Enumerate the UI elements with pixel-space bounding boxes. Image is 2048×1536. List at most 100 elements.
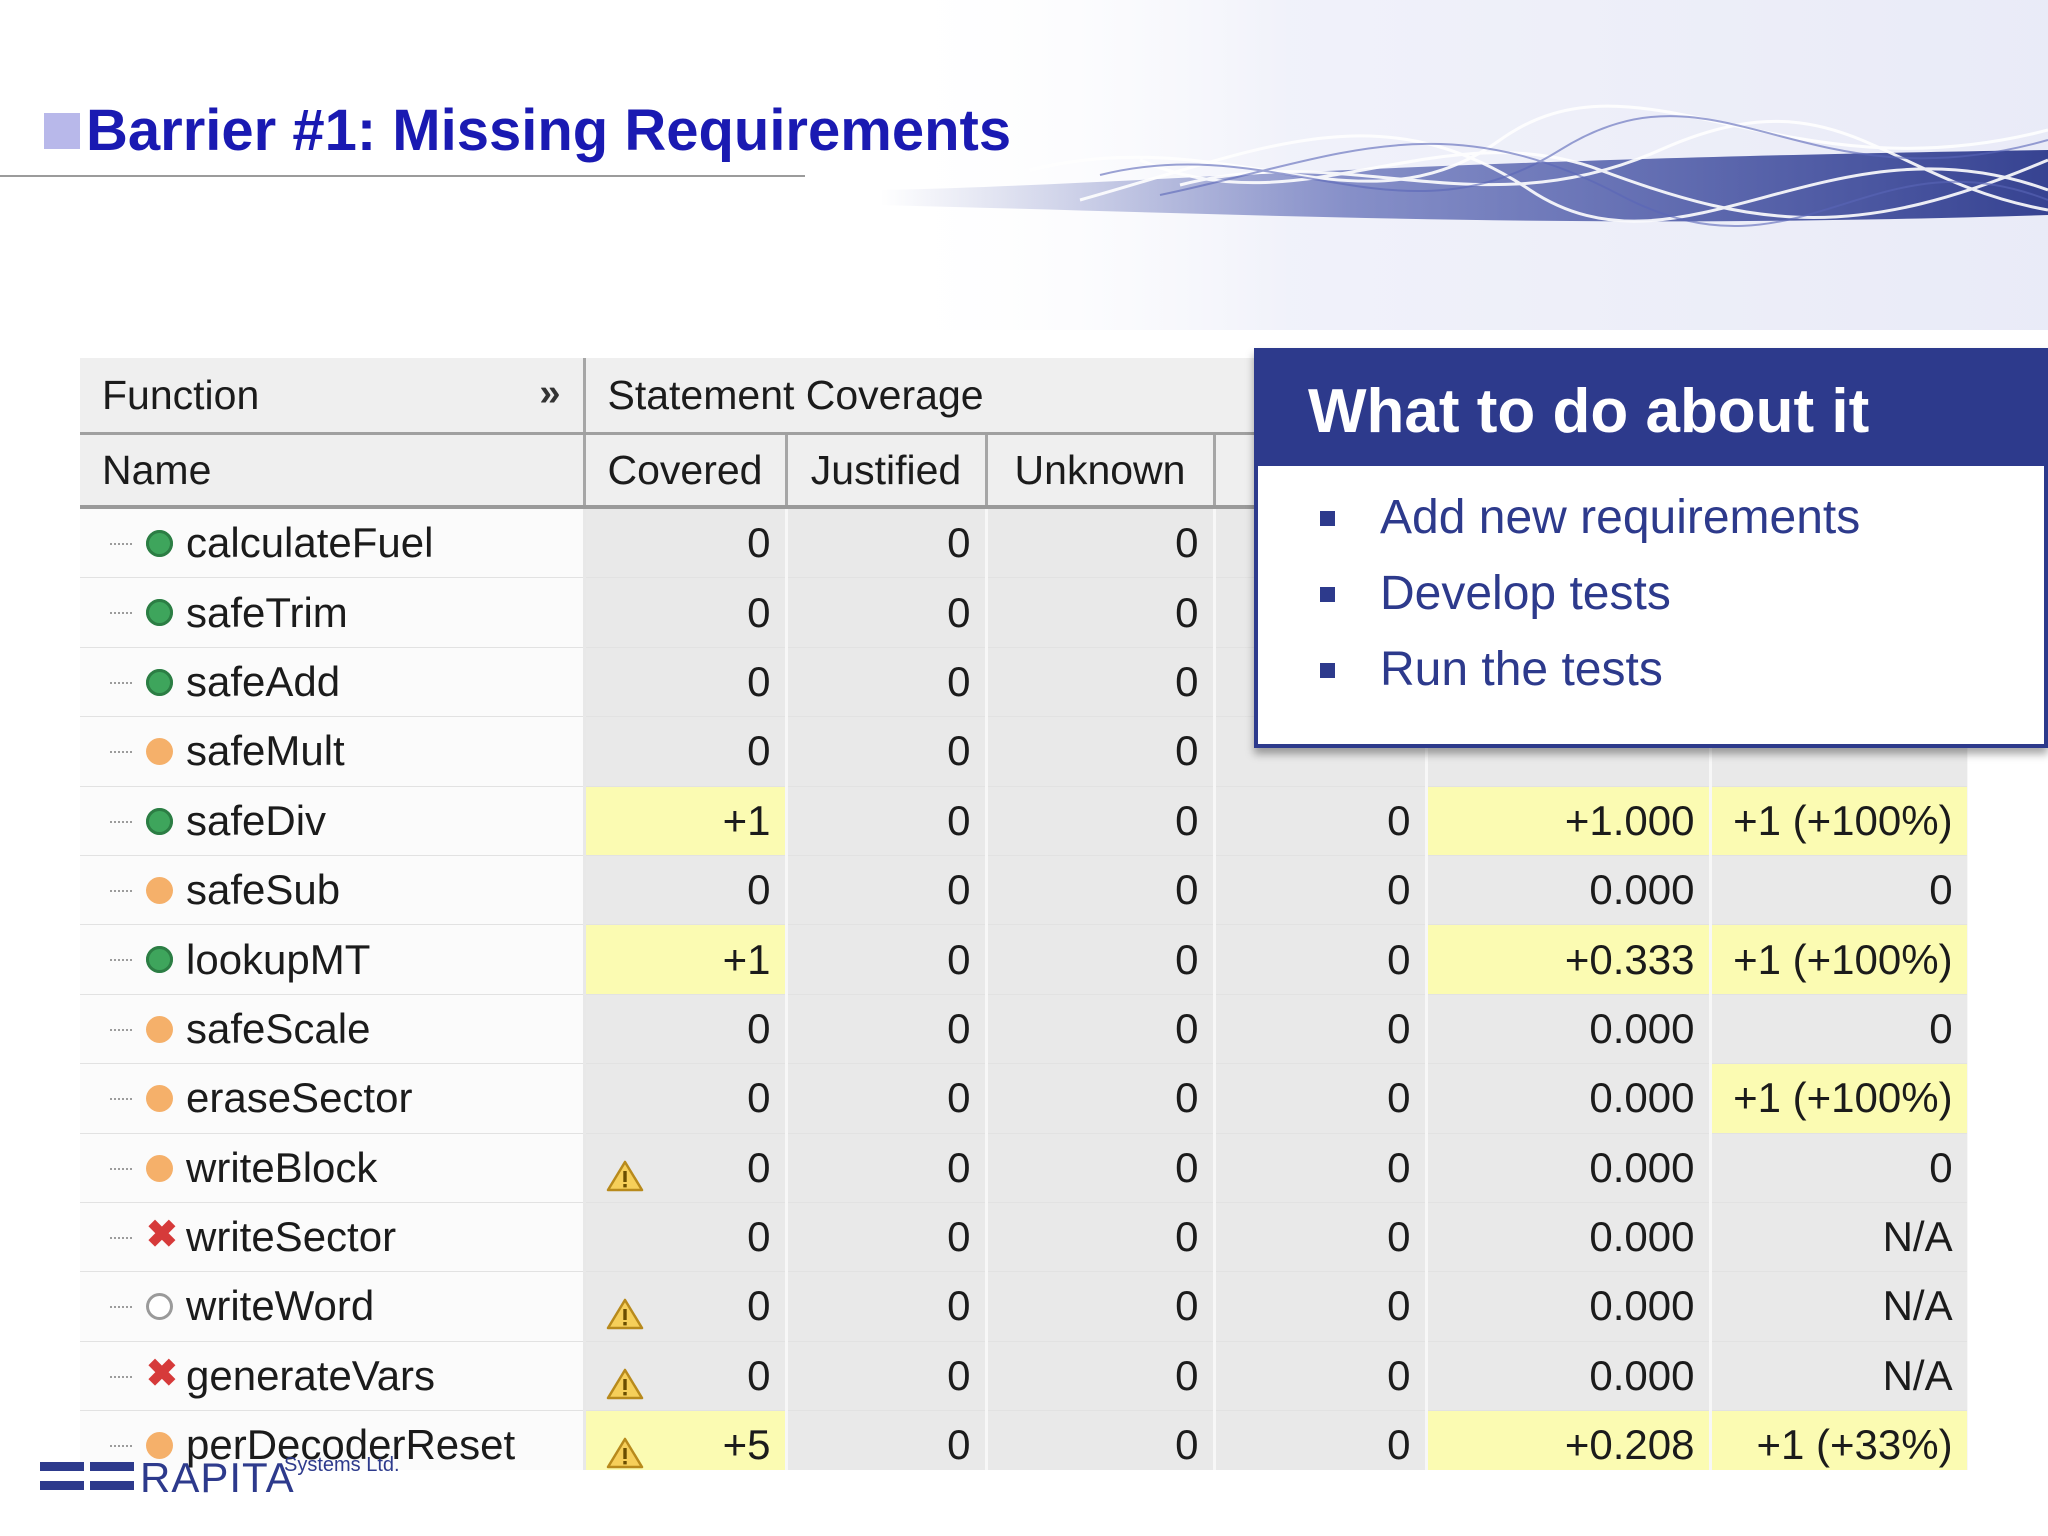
covered-cell: +1 [584, 924, 788, 995]
function-name-cell[interactable]: safeAdd [80, 647, 586, 718]
unknown-cell: 0 [986, 1202, 1216, 1273]
requirements-cell-value: N/A [1882, 1282, 1953, 1330]
column-covered-header[interactable]: Covered [584, 433, 788, 509]
unknown-cell: 0 [986, 924, 1216, 995]
table-row[interactable]: safeDiv +1 0 0 0 +1.000 +1 (+100%) [80, 786, 1968, 856]
unknown-cell: 0 [986, 647, 1216, 718]
column-unknown-header[interactable]: Unknown [986, 433, 1216, 509]
covered-cell: 0 [584, 716, 788, 787]
function-name-cell[interactable]: calculateFuel [80, 507, 586, 579]
header-function[interactable]: Function » [80, 358, 586, 435]
justified-cell: 0 [786, 1063, 988, 1134]
function-name-cell[interactable]: safeSub [80, 855, 586, 926]
unknown-cell-value: 0 [1175, 519, 1199, 567]
r-cell: 0 [1214, 924, 1428, 995]
requirements-cell: +1 (+100%) [1710, 924, 1968, 995]
r-cell-value: 0 [1387, 1213, 1411, 1261]
function-name: calculateFuel [186, 519, 434, 567]
ratio-cell-value: +1.000 [1564, 796, 1695, 844]
column-justified-header[interactable]: Justified [786, 433, 988, 509]
justified-cell-value: 0 [947, 935, 971, 983]
ratio-cell: +1.000 [1426, 786, 1712, 856]
callout-header: What to do about it [1258, 352, 2044, 466]
function-name-cell[interactable]: ✖ generateVars [80, 1341, 586, 1412]
ratio-cell-value: 0.000 [1589, 1004, 1695, 1052]
r-cell-value: 0 [1387, 1282, 1411, 1330]
unknown-cell: 0 [986, 716, 1216, 787]
table-row[interactable]: ✖ generateVars 0 0 0 0 0.000 N/A [80, 1341, 1968, 1412]
r-cell: 0 [1214, 994, 1428, 1065]
title-bullet [44, 113, 80, 149]
unknown-cell-value: 0 [1175, 657, 1199, 705]
r-cell: 0 [1214, 1133, 1428, 1203]
table-row[interactable]: writeBlock 0 0 0 0 0.000 0 [80, 1133, 1968, 1203]
column-name-header[interactable]: Name [80, 433, 586, 509]
ratio-cell-value: 0.000 [1589, 1143, 1695, 1191]
tree-connector [110, 889, 132, 892]
callout-item: Develop tests [1258, 556, 1860, 632]
justified-cell: 0 [786, 716, 988, 787]
function-name-cell[interactable]: ✖ writeSector [80, 1202, 586, 1273]
covered-cell-value: 0 [747, 588, 771, 636]
covered-cell-value: +1 [722, 796, 771, 844]
tree-connector [110, 1375, 132, 1378]
function-name-cell[interactable]: safeMult [80, 716, 586, 787]
justified-cell: 0 [786, 1202, 988, 1273]
ratio-cell-value: 0.000 [1589, 1282, 1695, 1330]
function-name-cell[interactable]: writeBlock [80, 1133, 586, 1203]
orange-status-icon [146, 876, 173, 904]
r-cell: 0 [1214, 1063, 1428, 1134]
ratio-cell-value: 0.000 [1589, 1074, 1695, 1122]
unknown-cell-value: 0 [1175, 1351, 1199, 1399]
unknown-cell-value: 0 [1175, 727, 1199, 775]
covered-cell-value: 0 [747, 1004, 771, 1052]
logo-suffix: Systems Ltd. [284, 1454, 400, 1476]
covered-cell: 0 [584, 1133, 788, 1203]
r-cell-value: 0 [1387, 1143, 1411, 1191]
table-row[interactable]: eraseSector 0 0 0 0 0.000 +1 (+100%) [80, 1063, 1968, 1134]
orange-status-icon [146, 738, 173, 766]
table-row[interactable]: lookupMT +1 0 0 0 +0.333 +1 (+100%) [80, 924, 1968, 995]
unknown-cell-value: 0 [1175, 588, 1199, 636]
justified-cell: 0 [786, 1410, 988, 1470]
function-name-cell[interactable]: safeDiv [80, 786, 586, 856]
justified-cell-value: 0 [947, 1282, 971, 1330]
tree-connector [110, 751, 132, 754]
double-chevron-right-icon[interactable]: » [539, 372, 560, 415]
function-name-cell[interactable]: safeTrim [80, 577, 586, 648]
unknown-cell: 0 [986, 786, 1216, 856]
covered-cell-value: 0 [747, 866, 771, 914]
function-name-cell[interactable]: lookupMT [80, 924, 586, 995]
square-bullet-icon [1320, 587, 1335, 602]
justified-cell: 0 [786, 1341, 988, 1412]
function-name: safeAdd [186, 657, 341, 705]
covered-cell: 0 [584, 1341, 788, 1412]
unknown-cell: 0 [986, 1341, 1216, 1412]
requirements-cell: N/A [1710, 1271, 1968, 1342]
header-function-label: Function [102, 371, 260, 418]
tree-connector [110, 1306, 132, 1309]
r-cell-value: 0 [1387, 1351, 1411, 1399]
requirements-cell-value: +1 (+100%) [1733, 796, 1953, 844]
justified-cell-value: 0 [947, 657, 971, 705]
table-row[interactable]: writeWord 0 0 0 0 0.000 N/A [80, 1271, 1968, 1342]
covered-cell-value: 0 [747, 1282, 771, 1330]
table-row[interactable]: ✖ writeSector 0 0 0 0 0.000 N/A [80, 1202, 1968, 1273]
covered-cell: 0 [584, 855, 788, 926]
function-name-cell[interactable]: writeWord [80, 1271, 586, 1342]
function-name-cell[interactable]: safeScale [80, 994, 586, 1065]
r-cell: 0 [1214, 1341, 1428, 1412]
logo-wordmark: RAPITA [140, 1454, 295, 1501]
grey-status-icon [146, 1293, 173, 1321]
table-row[interactable]: safeScale 0 0 0 0 0.000 0 [80, 994, 1968, 1065]
table-row[interactable]: safeSub 0 0 0 0 0.000 0 [80, 855, 1968, 926]
ratio-cell: 0.000 [1426, 994, 1712, 1065]
square-bullet-icon [1320, 511, 1335, 526]
function-name-cell[interactable]: eraseSector [80, 1063, 586, 1134]
requirements-cell: 0 [1710, 1133, 1968, 1203]
warning-triangle-icon [606, 1292, 644, 1330]
ratio-cell-value: 0.000 [1589, 1351, 1695, 1399]
callout-title: What to do about it [1308, 377, 1870, 446]
ratio-cell: 0.000 [1426, 855, 1712, 926]
tree-connector [110, 1167, 132, 1170]
